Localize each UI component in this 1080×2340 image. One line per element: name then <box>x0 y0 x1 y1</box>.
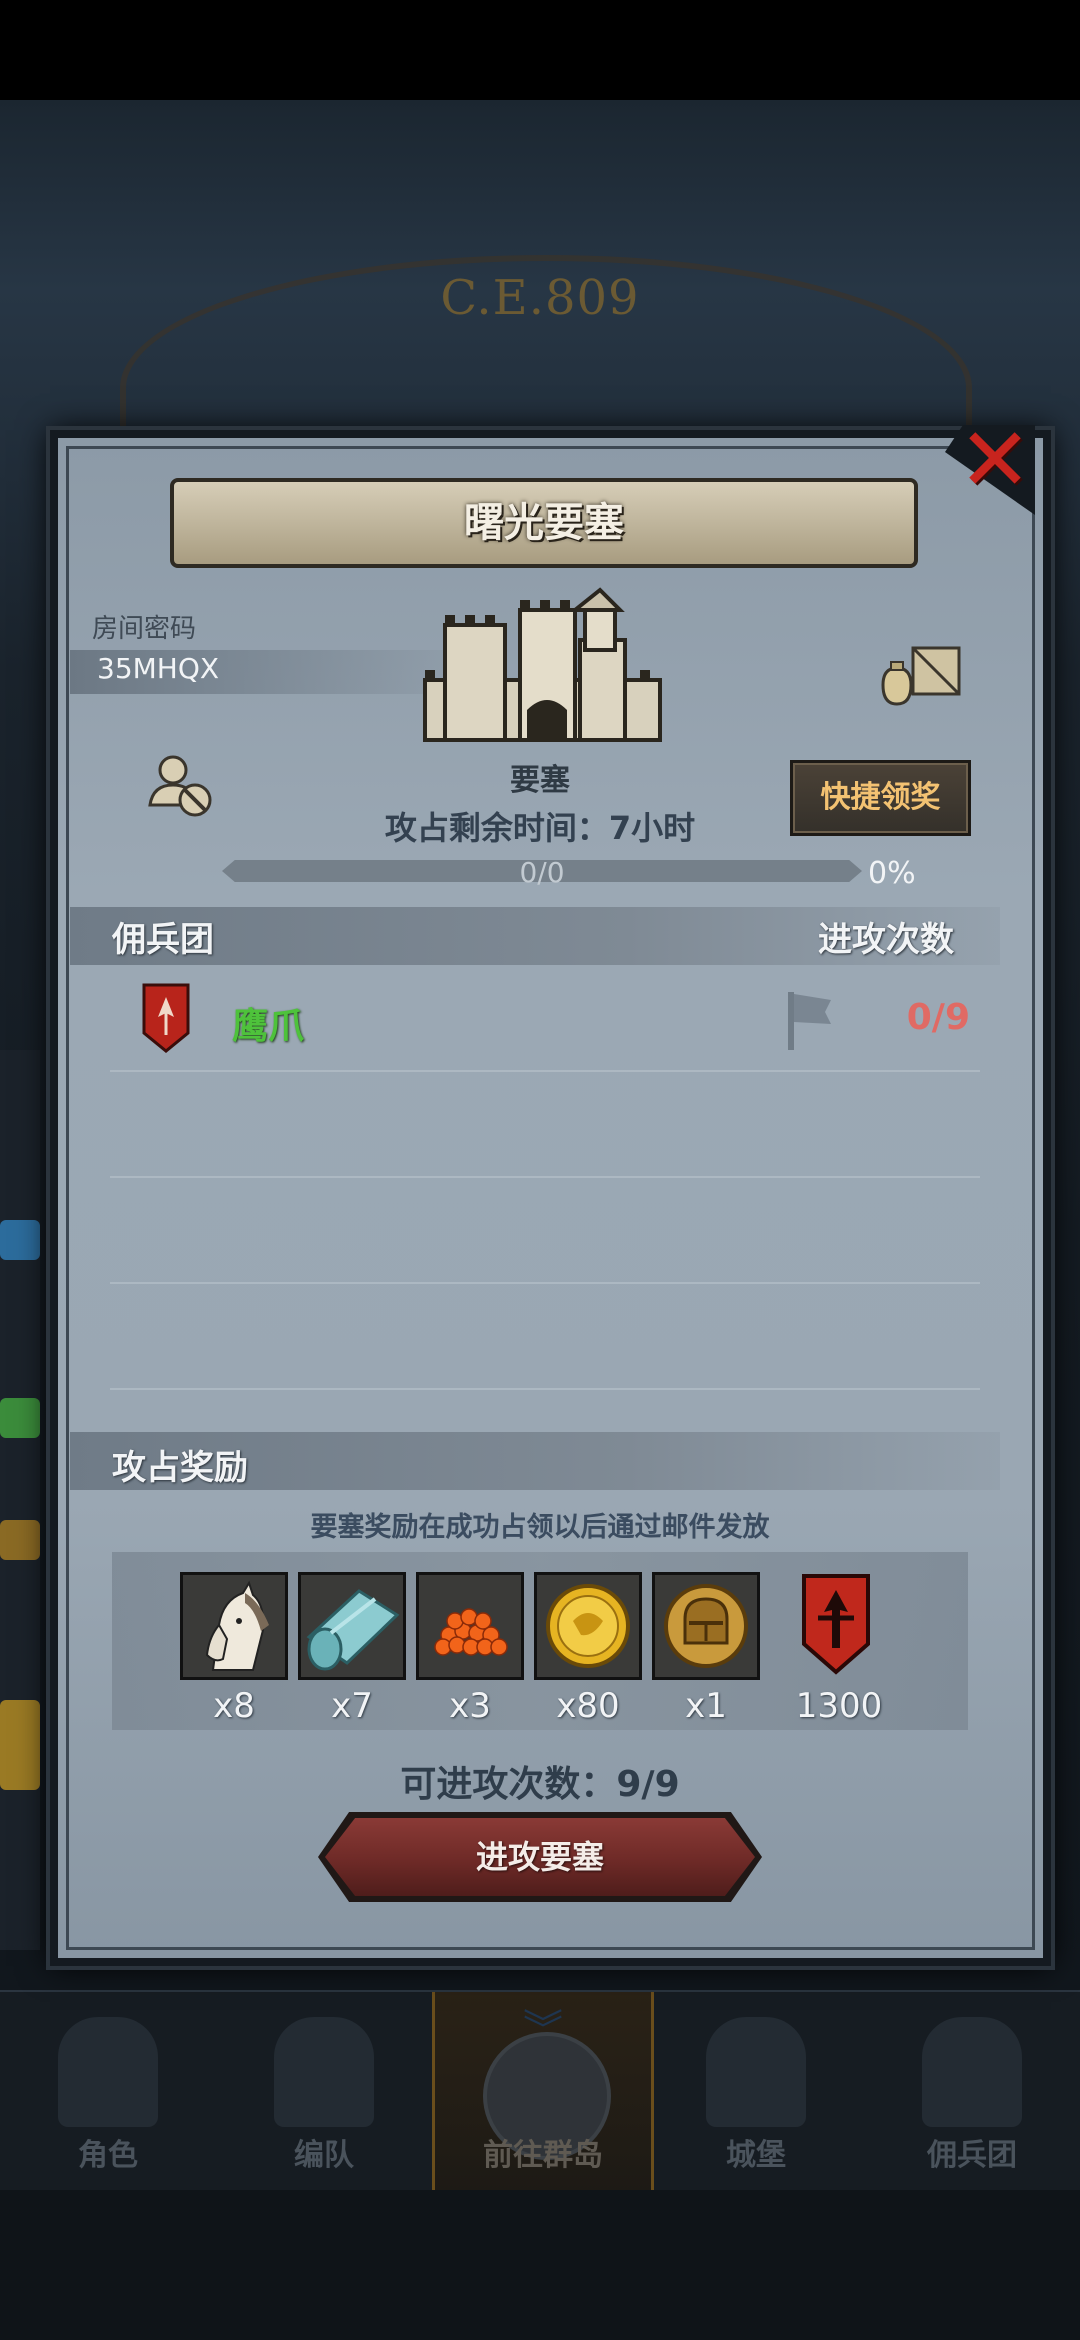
side-flag-icon[interactable] <box>0 1398 40 1438</box>
room-code-label: 房间密码 <box>92 614 197 644</box>
horse-icon <box>183 1575 285 1677</box>
reward-note: 要塞奖励在成功占领以后通过邮件发放 <box>310 1512 770 1543</box>
side-event-icon[interactable] <box>0 1700 40 1790</box>
merc-attack-count: 0/9 <box>906 997 970 1038</box>
supply-crate-icon[interactable] <box>875 640 965 710</box>
reward-item-helmet-coin[interactable] <box>652 1572 760 1680</box>
helmet-coin-icon <box>655 1575 757 1677</box>
reward-count: x8 <box>213 1686 255 1726</box>
chevron-down-icon: ︾ <box>523 2007 563 2053</box>
row-divider <box>110 1176 980 1178</box>
merc-header: 佣兵团 <box>112 920 214 960</box>
nav-item-team[interactable]: 编队 <box>216 1992 432 2192</box>
merc-name[interactable]: 鹰爪 <box>232 997 304 1049</box>
status-bar-area <box>0 0 1080 100</box>
guild-banner-icon <box>142 983 190 1053</box>
reward-count: x80 <box>556 1686 620 1726</box>
row-divider <box>110 1282 980 1284</box>
reward-item-cloth[interactable] <box>298 1572 406 1680</box>
gold-coin-icon <box>537 1575 639 1677</box>
nav-label: 编队 <box>294 2138 354 2173</box>
reward-item-gold[interactable] <box>534 1572 642 1680</box>
quick-claim-button[interactable]: 快捷领奖 <box>790 760 971 836</box>
building-name: 要塞 <box>510 763 570 798</box>
caviar-icon <box>419 1575 521 1677</box>
reward-count: x3 <box>449 1686 491 1726</box>
nav-item-mercenary[interactable]: 佣兵团 <box>864 1992 1080 2192</box>
reward-count: x1 <box>685 1686 727 1726</box>
cloth-icon <box>301 1575 403 1677</box>
bottom-nav: 角色 编队 ︾ 前往群岛 城堡 佣兵团 <box>0 1990 1080 2192</box>
era-label: C.E.809 <box>440 270 640 326</box>
time-remaining: 攻占剩余时间：7小时 <box>384 809 696 847</box>
reward-header: 攻占奖励 <box>112 1448 248 1488</box>
bottom-bar <box>0 2190 1080 2340</box>
castle-icon <box>706 2017 806 2127</box>
nav-item-character[interactable]: 角色 <box>0 1992 216 2192</box>
reward-count: x7 <box>331 1686 373 1726</box>
side-target-icon[interactable] <box>0 1520 40 1560</box>
row-divider <box>110 1388 980 1390</box>
nav-item-castle[interactable]: 城堡 <box>648 1992 864 2192</box>
no-person-icon[interactable] <box>145 750 215 820</box>
close-icon[interactable]: ✕ <box>955 416 1035 504</box>
attempts-remaining: 可进攻次数：9/9 <box>400 1764 680 1805</box>
attack-count-header: 进攻次数 <box>818 920 954 960</box>
progress-percent: 0% <box>868 856 916 891</box>
fortress-icon <box>423 587 662 742</box>
mercenary-icon <box>922 2017 1022 2127</box>
nav-label: 前往群岛 <box>483 2138 603 2173</box>
reward-item-horse[interactable] <box>180 1572 288 1680</box>
helmet-icon <box>274 2017 374 2127</box>
nav-label: 城堡 <box>726 2138 786 2173</box>
nav-label: 佣兵团 <box>927 2138 1017 2173</box>
row-divider <box>110 1070 980 1072</box>
reward-item-caviar[interactable] <box>416 1572 524 1680</box>
nav-item-islands[interactable]: ︾ 前往群岛 <box>432 1992 654 2192</box>
attack-fortress-button[interactable]: 进攻要塞 <box>325 1818 755 1896</box>
room-code-value[interactable]: 35MHQX <box>97 652 219 685</box>
progress-text: 0/0 <box>519 856 565 889</box>
left-side-strip <box>0 1050 40 1950</box>
flag-icon <box>788 992 831 1050</box>
reward-count: 1300 <box>795 1686 883 1726</box>
side-sword-icon[interactable] <box>0 1220 40 1260</box>
guild-banner-icon[interactable] <box>800 1572 872 1676</box>
knight-icon <box>58 2017 158 2127</box>
dialog-title: 曙光要塞 <box>464 500 624 546</box>
nav-label: 角色 <box>78 2138 138 2173</box>
